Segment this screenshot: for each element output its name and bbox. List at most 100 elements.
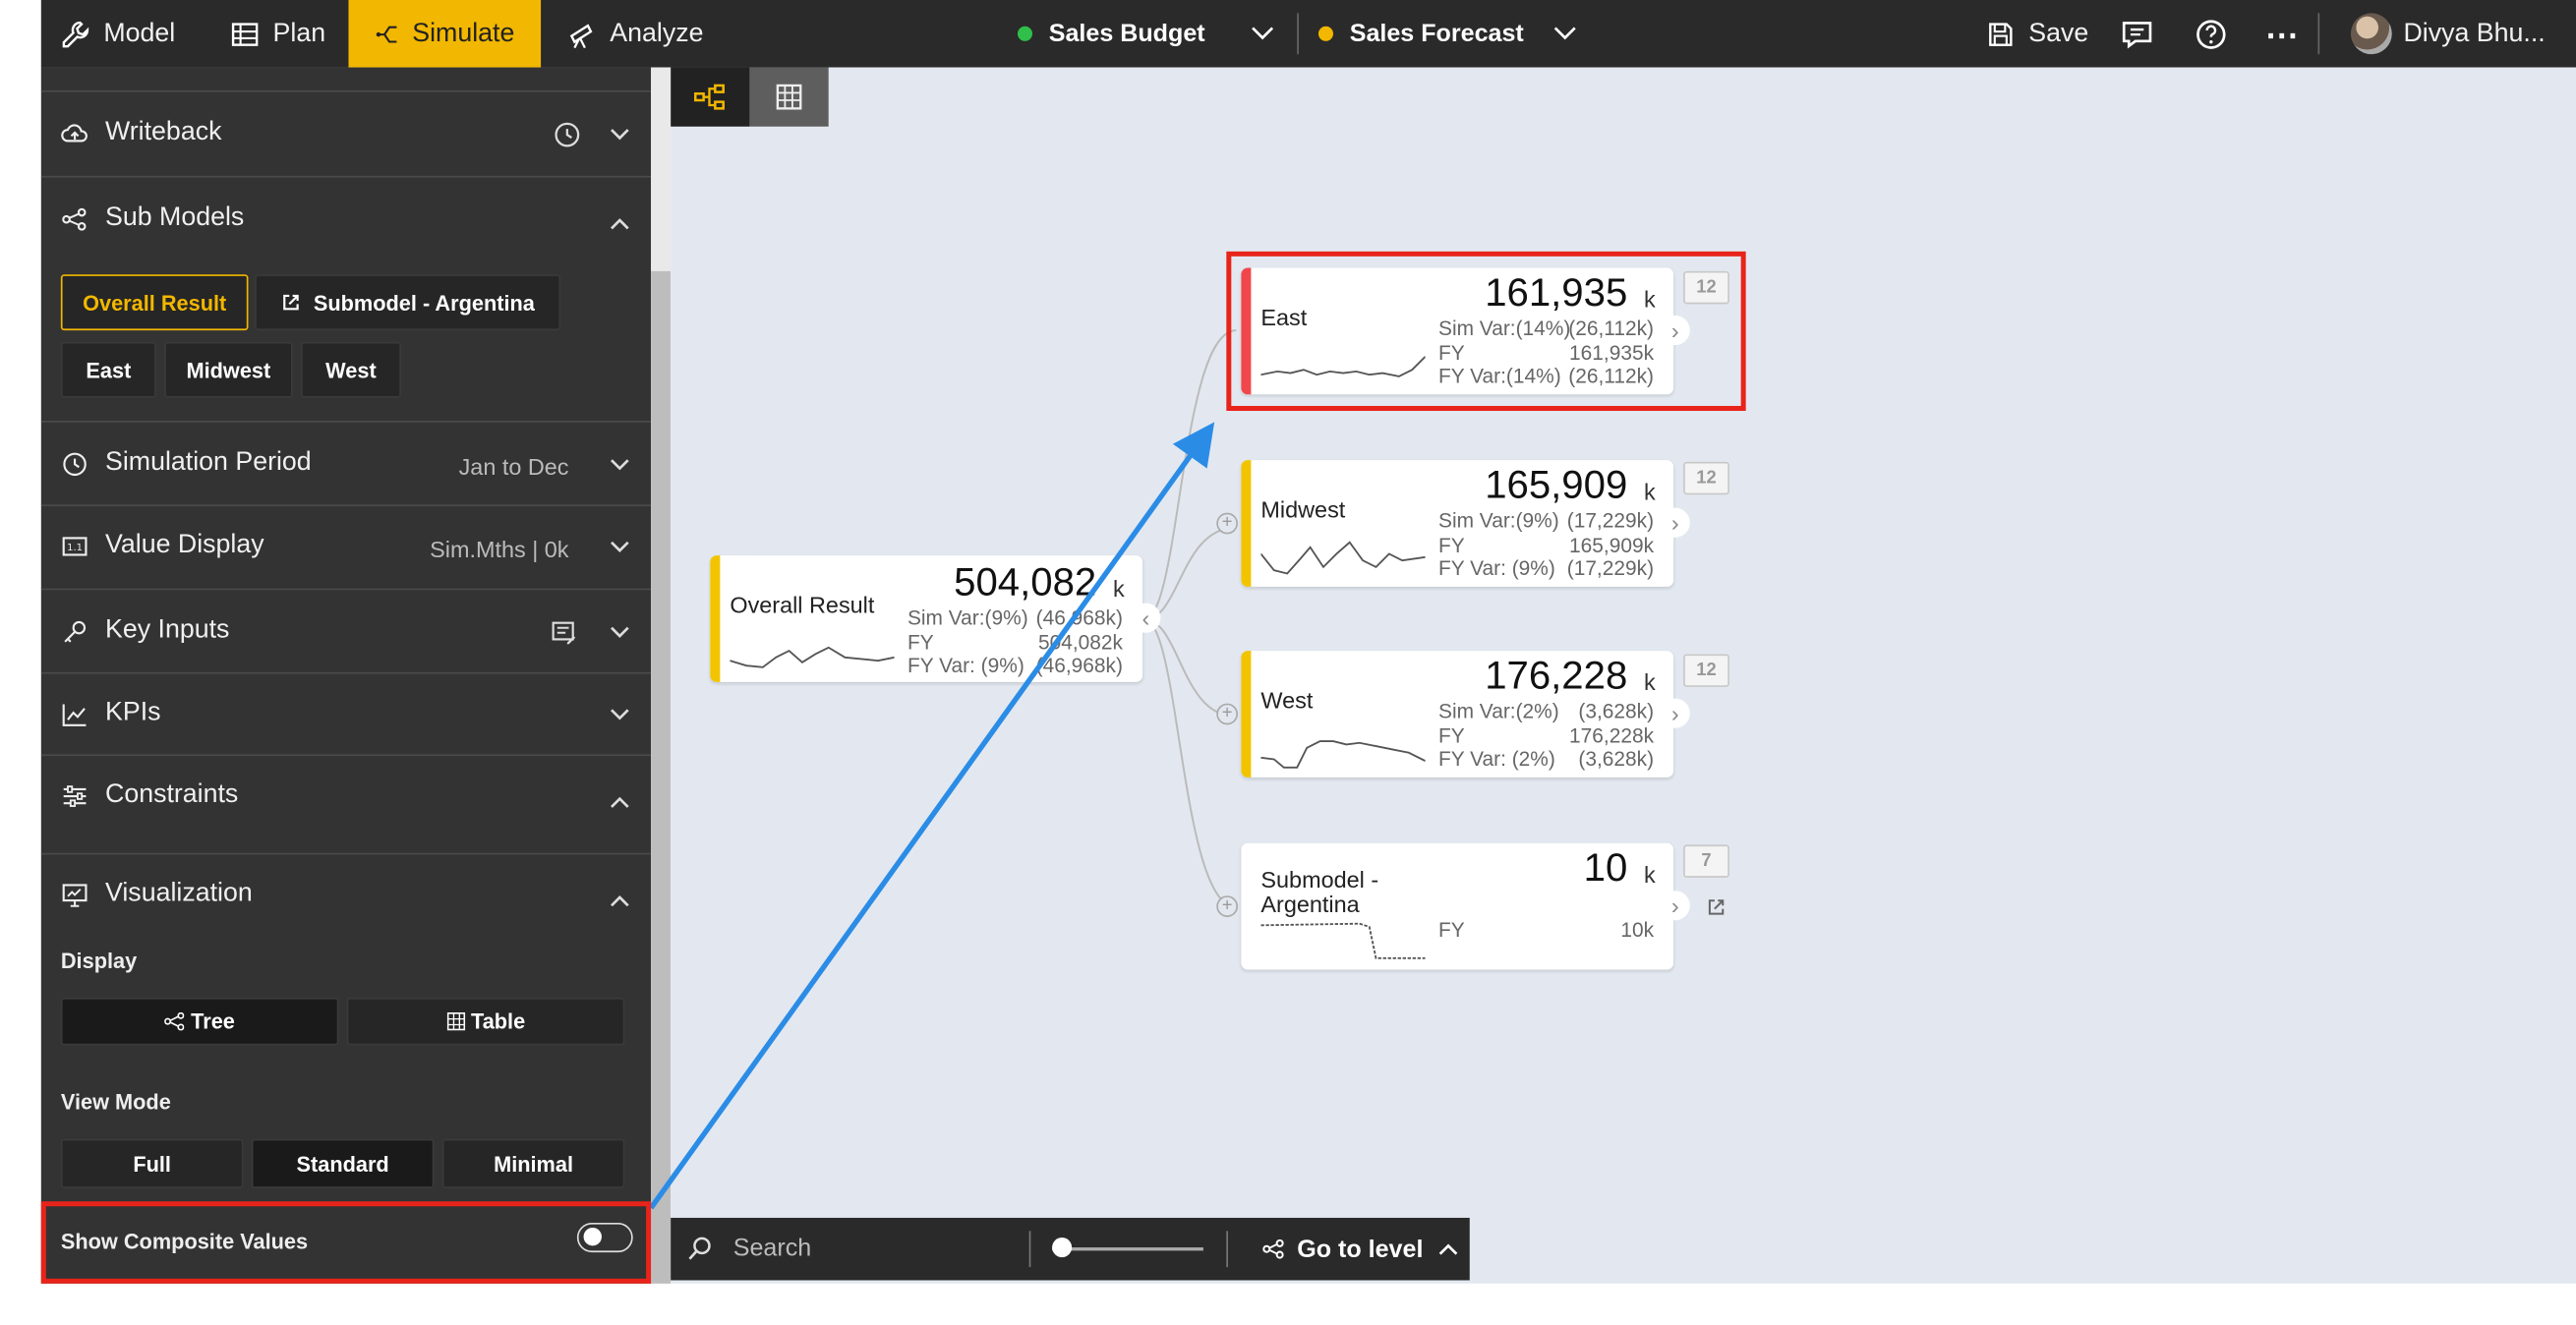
history-icon[interactable] xyxy=(553,120,582,149)
section-constraints[interactable]: Constraints xyxy=(40,754,652,852)
help-icon[interactable] xyxy=(2193,17,2229,53)
section-simulation-period[interactable]: Simulation Period Jan to Dec xyxy=(40,421,652,504)
divider xyxy=(1028,1231,1031,1268)
metric-fy-label: FY xyxy=(907,630,934,654)
expand-node-icon[interactable]: › xyxy=(1660,698,1690,728)
collapse-children-icon[interactable]: ‹ xyxy=(1131,603,1161,633)
go-to-level-button[interactable]: Go to level xyxy=(1262,1218,1459,1281)
search-input[interactable]: Search xyxy=(733,1235,811,1262)
zoom-slider[interactable] xyxy=(1052,1247,1203,1250)
add-node-icon[interactable]: + xyxy=(1216,512,1239,535)
search-icon xyxy=(688,1237,711,1260)
metric-fy-var-value: (3,628k) xyxy=(1578,747,1655,772)
node-name: Midwest xyxy=(1260,495,1346,523)
metric-sim-var-label: Sim Var:(9%) xyxy=(907,605,1028,630)
metric-sim-var-value: (46,968k) xyxy=(1035,605,1123,630)
expand-node-icon[interactable]: › xyxy=(1660,891,1690,921)
display-tree-label: Tree xyxy=(191,1008,235,1034)
display-table-label: Table xyxy=(471,1008,526,1034)
node-value: 165,909 xyxy=(1485,463,1628,508)
sliders-icon xyxy=(63,784,87,807)
scenario-sales-forecast[interactable]: Sales Forecast xyxy=(1317,0,1524,68)
node-value: 504,082 xyxy=(954,560,1097,605)
view-mode-standard-button[interactable]: Standard xyxy=(251,1138,435,1188)
view-mode-full-button[interactable]: Full xyxy=(60,1138,244,1188)
nav-model-label: Model xyxy=(103,19,176,47)
metric-fy-var-value: (17,229k) xyxy=(1566,556,1655,581)
sidebar-scrollbar-thumb[interactable] xyxy=(651,270,672,1284)
user-menu[interactable]: Divya Bhu... xyxy=(2403,0,2545,68)
node-sparkline xyxy=(1260,922,1426,959)
section-visualization-label: Visualization xyxy=(105,879,253,907)
node-overall-result[interactable]: Overall Result 504,082 k Sim Var:(9%) FY… xyxy=(710,555,1143,682)
metric-fy-value: 504,082k xyxy=(1037,630,1123,654)
view-mode-minimal-button[interactable]: Minimal xyxy=(441,1138,625,1188)
nav-analyze-label: Analyze xyxy=(610,19,704,47)
node-metrics: Sim Var:(9%) FY FY Var: (9%) xyxy=(1438,509,1559,581)
submodel-east-button[interactable]: East xyxy=(60,341,156,398)
chevron-down-icon[interactable] xyxy=(1551,20,1578,46)
nav-plan-label: Plan xyxy=(272,19,326,47)
node-metric-values: (17,229k) 165,909k (17,229k) xyxy=(1567,509,1654,581)
chevron-up-icon[interactable] xyxy=(609,212,631,235)
expand-node-icon[interactable]: › xyxy=(1660,507,1690,538)
section-key-inputs[interactable]: Key Inputs xyxy=(40,588,652,672)
highlight-box xyxy=(1226,251,1746,411)
chevron-down-icon[interactable] xyxy=(609,453,631,476)
node-value: 10 xyxy=(1583,846,1628,892)
chevron-down-icon[interactable] xyxy=(609,123,631,145)
node-metrics: Sim Var:(2%) FY FY Var: (2%) xyxy=(1438,700,1559,772)
edit-notes-icon[interactable] xyxy=(551,619,577,646)
section-submodels-header[interactable]: Sub Models xyxy=(61,203,244,233)
save-label: Save xyxy=(2028,19,2089,47)
metric-sim-var-label: Sim Var:(2%) xyxy=(1438,700,1559,723)
nav-plan[interactable]: Plan xyxy=(230,0,325,68)
nav-analyze[interactable]: Analyze xyxy=(567,0,704,68)
nav-simulate[interactable]: Simulate xyxy=(348,0,542,68)
metric-fy-var-label: FY Var: (9%) xyxy=(907,654,1025,677)
chevron-down-icon[interactable] xyxy=(609,536,631,558)
node-metrics: FY xyxy=(1438,919,1465,943)
node-metric-values: (46,968k) 504,082k (46,968k) xyxy=(1036,606,1123,678)
node-value: 176,228 xyxy=(1485,654,1628,699)
more-options-icon[interactable]: ⋯ xyxy=(2263,17,2300,54)
node-name: Overall Result xyxy=(730,591,875,618)
section-value-display[interactable]: 1.1 Value Display Sim.Mths | 0k xyxy=(40,504,652,588)
display-table-button[interactable]: Table xyxy=(346,997,625,1046)
section-writeback[interactable]: Writeback xyxy=(40,89,652,176)
chevron-up-icon[interactable] xyxy=(609,790,631,813)
add-node-icon[interactable]: + xyxy=(1216,895,1239,917)
chevron-up-icon[interactable] xyxy=(609,890,631,912)
top-toolbar: Model Plan Simulate Analyze Sales Budget… xyxy=(40,0,2576,68)
divider xyxy=(1226,1231,1228,1268)
section-kpis-label: KPIs xyxy=(105,698,161,727)
display-label: Display xyxy=(60,948,138,973)
value-display-icon: 1.1 xyxy=(62,536,88,555)
chevron-down-icon[interactable] xyxy=(609,704,631,726)
view-mode-label: View Mode xyxy=(60,1089,171,1115)
scenario-sales-budget[interactable]: Sales Budget xyxy=(1017,0,1205,68)
add-node-icon[interactable]: + xyxy=(1216,703,1239,725)
submodel-overall-result-button[interactable]: Overall Result xyxy=(60,274,249,331)
section-constraints-label: Constraints xyxy=(105,780,239,809)
node-unit: k xyxy=(1112,575,1125,602)
zoom-slider-handle[interactable] xyxy=(1052,1238,1073,1258)
chevron-down-icon[interactable] xyxy=(609,621,631,644)
avatar[interactable] xyxy=(2350,13,2392,55)
chevron-down-icon[interactable] xyxy=(1250,20,1276,46)
comment-icon[interactable] xyxy=(2119,17,2155,53)
metric-fy-var-label: FY Var: (2%) xyxy=(1438,747,1555,772)
section-visualization-header[interactable]: Visualization xyxy=(61,880,253,909)
submodel-argentina-button[interactable]: Submodel - Argentina xyxy=(255,274,561,331)
save-button[interactable]: Save xyxy=(1986,0,2088,68)
node-midwest[interactable]: Midwest 165,909 k Sim Var:(9%) FY FY Var… xyxy=(1241,460,1674,587)
submodel-midwest-button[interactable]: Midwest xyxy=(164,341,293,398)
node-west[interactable]: West 176,228 k Sim Var:(2%) FY FY Var: (… xyxy=(1241,651,1674,778)
node-submodel-argentina[interactable]: Submodel - Argentina 10 k FY 10k xyxy=(1241,842,1674,970)
nav-model[interactable]: Model xyxy=(61,0,175,68)
section-kpis[interactable]: KPIs xyxy=(40,671,652,755)
submodel-west-button[interactable]: West xyxy=(300,341,401,398)
display-tree-button[interactable]: Tree xyxy=(60,997,339,1046)
svg-text:1.1: 1.1 xyxy=(67,542,83,552)
external-link-icon[interactable] xyxy=(1707,897,1727,917)
